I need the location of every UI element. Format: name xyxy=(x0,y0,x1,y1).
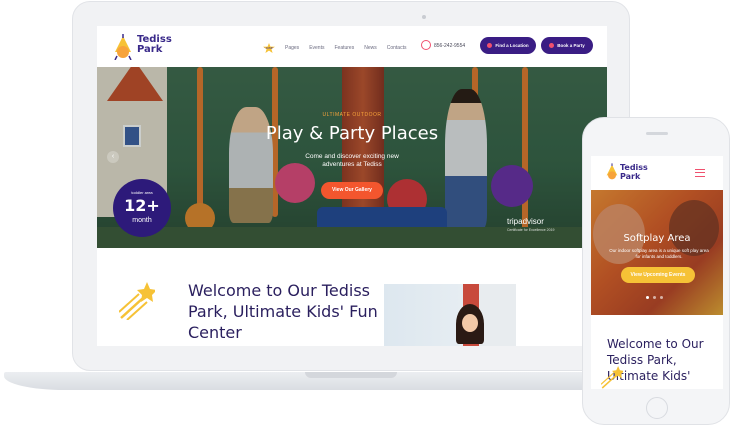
logo-text[interactable]: Tediss Park xyxy=(137,35,177,55)
find-location-label: Find a Location xyxy=(495,43,529,48)
phone-number[interactable]: 856-242-9554 xyxy=(434,43,465,49)
mobile-hero-subtitle: Our indoor softplay area is a unique sof… xyxy=(609,248,709,259)
tripadvisor-logo: tripadvisor xyxy=(507,217,544,226)
slider-dot[interactable] xyxy=(660,296,663,299)
nav-item-pages[interactable]: Pages xyxy=(285,45,299,51)
mobile-logo-text[interactable]: Tediss Park xyxy=(620,163,660,181)
girl-face xyxy=(462,314,478,332)
phone-speaker xyxy=(646,132,668,135)
device-mockup-stage: Tediss Park HOME Pages Events Features N… xyxy=(0,0,736,444)
slider-dots xyxy=(646,296,663,299)
tripadvisor-badge: tripadvisor Certificate for Excellence 2… xyxy=(507,217,554,232)
logo-icon xyxy=(114,34,132,60)
hero-slider: ‹ ULTIMATE OUTDOOR Play & Party Places C… xyxy=(97,67,607,248)
location-pin-icon xyxy=(487,43,493,48)
mobile-welcome-title: Welcome to Our Tediss Park, Ultimate Kid… xyxy=(607,337,704,383)
logo-line2: Park xyxy=(137,44,163,55)
badge-top-text: toddler area xyxy=(131,190,153,195)
welcome-section: Welcome to Our Tediss Park, Ultimate Kid… xyxy=(97,248,607,346)
main-nav: HOME Pages Events Features News Contacts xyxy=(263,43,406,53)
laptop-notch xyxy=(305,372,397,378)
hero-eyebrow: ULTIMATE OUTDOOR xyxy=(322,112,382,118)
mobile-logo-line2: Park xyxy=(620,172,641,181)
view-gallery-button[interactable]: View Our Gallery xyxy=(321,182,383,199)
party-icon xyxy=(549,43,555,48)
phone-frame: Tediss Park Softplay Area Our indoor sof… xyxy=(582,117,730,425)
mobile-logo-line1: Tediss xyxy=(620,163,648,172)
badge-bottom-text: month xyxy=(132,217,152,224)
phone-screen: Tediss Park Softplay Area Our indoor sof… xyxy=(591,156,723,389)
view-events-button[interactable]: View Upcoming Events xyxy=(621,267,695,283)
phone-home-button[interactable] xyxy=(646,397,668,419)
slider-dot[interactable] xyxy=(646,296,649,299)
badge-number: 12+ xyxy=(124,196,160,215)
nav-item-news[interactable]: News xyxy=(364,45,377,51)
toddler-badge: toddler area 12+ month xyxy=(113,179,171,237)
nav-item-events[interactable]: Events xyxy=(309,45,324,51)
nav-item-home[interactable]: HOME xyxy=(263,43,275,53)
mobile-shooting-star-icon xyxy=(601,366,623,389)
find-location-button[interactable]: Find a Location xyxy=(480,37,536,54)
mobile-logo-icon xyxy=(606,163,618,180)
hero-title: Play & Party Places xyxy=(265,123,439,144)
mobile-header: Tediss Park xyxy=(591,156,723,190)
welcome-photo xyxy=(384,284,516,346)
laptop-screen: Tediss Park HOME Pages Events Features N… xyxy=(97,26,607,346)
nav-item-contacts[interactable]: Contacts xyxy=(387,45,407,51)
slider-dot[interactable] xyxy=(653,296,656,299)
hero-subtitle: Come and discover exciting new adventure… xyxy=(305,153,399,168)
hamburger-menu-icon[interactable] xyxy=(695,169,705,177)
book-party-label: Book a Party xyxy=(557,43,585,48)
book-party-button[interactable]: Book a Party xyxy=(541,37,593,54)
welcome-title: Welcome to Our Tediss Park, Ultimate Kid… xyxy=(188,281,378,342)
laptop-camera xyxy=(422,15,426,19)
nav-item-features[interactable]: Features xyxy=(334,45,354,51)
mobile-hero: Softplay Area Our indoor softplay area i… xyxy=(591,190,723,315)
slider-prev-arrow-icon[interactable]: ‹ xyxy=(107,151,119,163)
site-header: Tediss Park HOME Pages Events Features N… xyxy=(97,26,607,67)
phone-icon xyxy=(421,40,431,50)
tripadvisor-caption: Certificate for Excellence 2019 xyxy=(507,228,555,232)
shooting-star-icon xyxy=(119,282,155,320)
mobile-hero-title: Softplay Area xyxy=(623,233,691,244)
